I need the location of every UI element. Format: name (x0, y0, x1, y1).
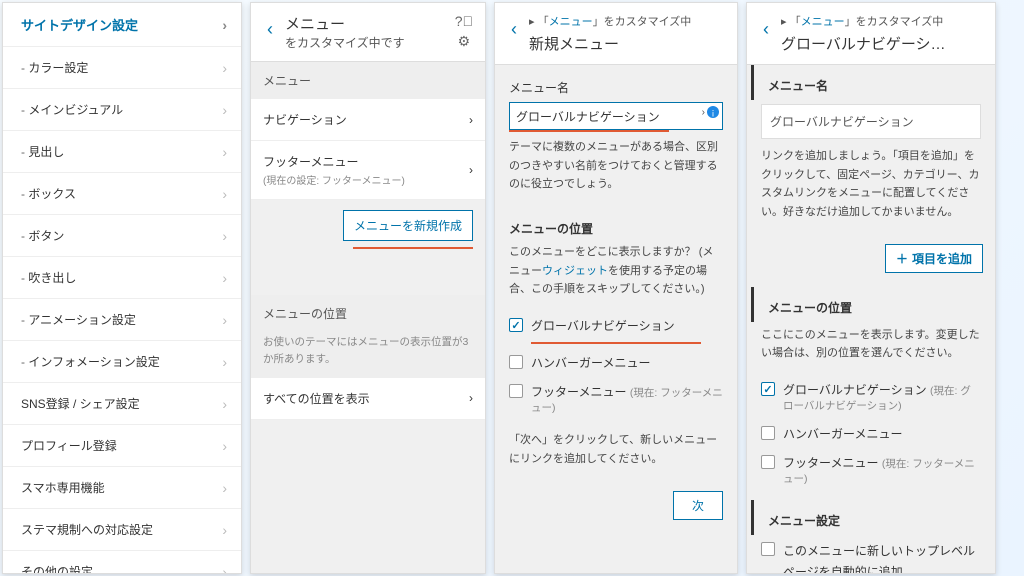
chevron-right-icon: › (222, 60, 227, 76)
add-item-button[interactable]: ＋項目を追加 (885, 244, 983, 273)
sidebar-item-main-visual[interactable]: メインビジュアル› (3, 89, 241, 131)
sidebar-item-balloon[interactable]: 吹き出し› (3, 257, 241, 299)
panel-header: ‹ ▸ 「メニュー」をカスタマイズ中 新規メニュー (495, 3, 737, 65)
plus-icon: ＋ (896, 250, 908, 267)
sidebar-item-other[interactable]: その他の設定› (3, 551, 241, 574)
checkbox-icon[interactable] (761, 455, 775, 469)
gear-icon[interactable]: ⚙ (458, 33, 471, 50)
panel-site-design: サイトデザイン設定 › カラー設定› メインビジュアル› 見出し› ボックス› … (2, 2, 242, 574)
sidebar-item-box[interactable]: ボックス› (3, 173, 241, 215)
menu-item-navigation[interactable]: ナビゲーション› (251, 99, 485, 141)
location-option-footer[interactable]: フッターメニュー (現在: フッターメニュー) (747, 448, 995, 492)
sidebar-item-heading[interactable]: 見出し› (3, 131, 241, 173)
menu-name-input[interactable] (509, 102, 723, 130)
panel-new-menu: ‹ ▸ 「メニュー」をカスタマイズ中 新規メニュー メニュー名 ›¡ テーマに複… (494, 2, 738, 574)
chevron-right-icon: › (222, 312, 227, 328)
menu-name-note: テーマに複数のメニューがある場合、区別のつきやすい名前をつけておくと管理するのに… (495, 134, 737, 206)
panel-header: ‹ ▸ 「メニュー」をカスタマイズ中 グローバルナビゲーシ… (747, 3, 995, 65)
location-option-global[interactable]: グローバルナビゲーション (現在: グローバルナビゲーション) (747, 375, 995, 419)
back-button[interactable]: ‹ (755, 13, 777, 46)
sidebar-item-mobile[interactable]: スマホ専用機能› (3, 467, 241, 509)
next-note: 「次へ」をクリックして、新しいメニューにリンクを追加してください。 (495, 421, 737, 480)
panel-title: メニュー をカスタマイズ中です (281, 13, 455, 51)
location-option-footer[interactable]: フッターメニュー (現在: フッターメニュー) (495, 377, 737, 421)
panel-global-nav: ‹ ▸ 「メニュー」をカスタマイズ中 グローバルナビゲーシ… メニュー名 グロー… (746, 2, 996, 574)
location-description: お使いのテーマにはメニューの表示位置が3か所あります。 (251, 332, 485, 378)
key-icon: ¡ (707, 106, 719, 118)
location-option-global[interactable]: グローバルナビゲーション (495, 311, 737, 340)
menu-name-display[interactable]: グローバルナビゲーション (761, 104, 981, 139)
menu-settings-label: メニュー設定 (751, 500, 995, 535)
sidebar-item-stealth[interactable]: ステマ規制への対応設定› (3, 509, 241, 551)
chevron-right-icon: › (222, 438, 227, 454)
chevron-right-icon: › (222, 480, 227, 496)
sidebar-item-button[interactable]: ボタン› (3, 215, 241, 257)
menu-location-note: このメニューをどこに表示しますか？ (メニューウィジェットを使用する予定の場合、… (495, 243, 737, 311)
checkbox-icon[interactable] (509, 355, 523, 369)
panel-menu-customize: ‹ メニュー をカスタマイズ中です ?⃝ ⚙ メニュー ナビゲーション› フッタ… (250, 2, 486, 574)
chevron-right-icon: › (222, 17, 227, 33)
menu-name-label: メニュー名 (751, 65, 995, 100)
site-design-settings[interactable]: サイトデザイン設定 › (3, 3, 241, 47)
section-label-menu: メニュー (251, 62, 485, 99)
back-button[interactable]: ‹ (259, 13, 281, 46)
sidebar-item-sns[interactable]: SNS登録 / シェア設定› (3, 383, 241, 425)
chevron-right-icon: › (469, 163, 473, 177)
chevron-right-icon: › (222, 270, 227, 286)
chevron-right-icon: › (222, 228, 227, 244)
add-items-note: リンクを追加しましょう。「項目を追加」をクリックして、固定ページ、カテゴリー、カ… (747, 147, 995, 234)
chevron-right-icon: › (222, 564, 227, 575)
show-all-locations[interactable]: すべての位置を表示› (251, 378, 485, 420)
menu-location-label: メニューの位置 (751, 287, 995, 322)
chevron-right-icon: › (222, 522, 227, 538)
help-icon[interactable]: ?⃝ (455, 13, 473, 29)
checkbox-checked-icon[interactable] (761, 382, 775, 396)
checkbox-checked-icon[interactable] (509, 318, 523, 332)
chevron-right-icon: › (469, 391, 473, 405)
sidebar-item-information[interactable]: インフォメーション設定› (3, 341, 241, 383)
section-label-location: メニューの位置 (251, 295, 485, 332)
menu-name-label: メニュー名 (495, 65, 737, 102)
highlight-annotation (353, 247, 473, 249)
chevron-right-icon: › (222, 354, 227, 370)
sidebar-item-color[interactable]: カラー設定› (3, 47, 241, 89)
checkbox-icon[interactable] (761, 542, 775, 556)
menu-location-note: ここにこのメニューを表示します。変更したい場合は、別の位置を選んでください。 (747, 322, 995, 375)
sidebar-item-profile[interactable]: プロフィール登録› (3, 425, 241, 467)
panel-header: ‹ メニュー をカスタマイズ中です ?⃝ ⚙ (251, 3, 485, 62)
chevron-right-icon: › (469, 113, 473, 127)
checkbox-icon[interactable] (761, 426, 775, 440)
chevron-right-icon: › (222, 102, 227, 118)
auto-add-option[interactable]: このメニューに新しいトップレベルページを自動的に追加 (747, 535, 995, 574)
chevron-right-icon: › (222, 396, 227, 412)
menu-item-footer[interactable]: フッターメニュー(現在の設定: フッターメニュー) › (251, 141, 485, 200)
menu-location-label: メニューの位置 (495, 206, 737, 243)
sidebar-item-animation[interactable]: アニメーション設定› (3, 299, 241, 341)
location-option-hamburger[interactable]: ハンバーガーメニュー (495, 348, 737, 377)
checkbox-icon[interactable] (509, 384, 523, 398)
create-menu-button[interactable]: メニューを新規作成 (343, 210, 473, 241)
highlight-annotation (509, 130, 669, 132)
chevron-right-icon: › (222, 186, 227, 202)
caret-icon: › (702, 107, 705, 118)
highlight-annotation (531, 342, 701, 344)
panel-title: ▸ 「メニュー」をカスタマイズ中 新規メニュー (525, 13, 725, 54)
next-button[interactable]: 次 (673, 491, 723, 520)
chevron-right-icon: › (222, 144, 227, 160)
back-button[interactable]: ‹ (503, 13, 525, 46)
location-option-hamburger[interactable]: ハンバーガーメニュー (747, 419, 995, 448)
panel-title: ▸ 「メニュー」をカスタマイズ中 グローバルナビゲーシ… (777, 13, 983, 54)
